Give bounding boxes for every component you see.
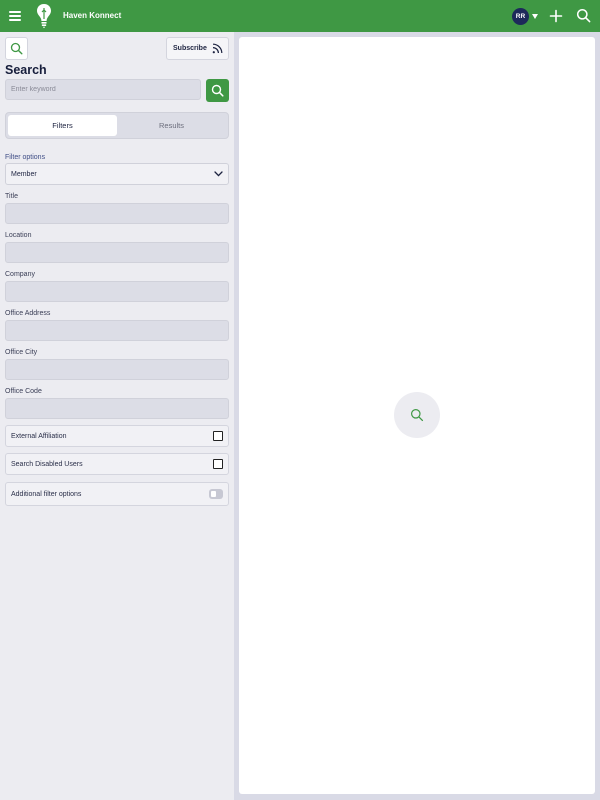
company-field-label: Company	[5, 271, 35, 278]
top-search-button[interactable]	[576, 8, 591, 23]
office-address-field[interactable]	[5, 320, 229, 341]
page-title: Search	[5, 63, 47, 77]
avatar[interactable]: RR	[512, 7, 529, 25]
office-code-field[interactable]	[5, 398, 229, 419]
hamburger-menu-button[interactable]	[9, 9, 23, 23]
external-affiliation-label: External Affiliation	[11, 432, 67, 440]
search-disabled-users-checkbox[interactable]	[213, 459, 223, 469]
add-button[interactable]	[549, 9, 563, 23]
chevron-down-icon	[214, 171, 223, 177]
top-bar: Haven Konnect RR	[0, 0, 600, 32]
subscribe-button[interactable]: Subscribe	[166, 37, 229, 60]
keyword-search-input[interactable]	[5, 79, 201, 100]
hamburger-icon	[9, 11, 21, 13]
toggle-knob	[211, 491, 216, 497]
empty-state-search-badge	[394, 392, 440, 438]
rss-icon	[212, 43, 223, 54]
search-icon	[411, 409, 424, 422]
search-disabled-users-label: Search Disabled Users	[11, 460, 83, 468]
external-affiliation-checkbox[interactable]	[213, 431, 223, 441]
caret-down-icon[interactable]	[532, 13, 538, 19]
subscribe-label: Subscribe	[173, 45, 207, 52]
title-field[interactable]	[5, 203, 229, 224]
external-affiliation-row[interactable]: External Affiliation	[5, 425, 229, 447]
hamburger-icon-line	[9, 15, 21, 17]
filter-options-select[interactable]: Member	[5, 163, 229, 185]
tab-results[interactable]: Results	[117, 115, 226, 136]
filter-options-label: Filter options	[5, 154, 46, 161]
additional-filter-options-row[interactable]: Additional filter options	[5, 482, 229, 506]
office-city-field-label: Office City	[5, 349, 38, 356]
location-field[interactable]	[5, 242, 229, 263]
company-field[interactable]	[5, 281, 229, 302]
app-title: Haven Konnect	[63, 11, 122, 20]
tab-filters[interactable]: Filters	[8, 115, 117, 136]
search-icon	[10, 42, 23, 55]
office-code-field-label: Office Code	[5, 388, 42, 395]
additional-filter-options-label: Additional filter options	[11, 490, 82, 498]
search-toggle-button[interactable]	[5, 37, 28, 60]
search-sidebar: Subscribe Search Filters Results Filter …	[0, 32, 234, 800]
filters-results-tabs: Filters Results	[5, 112, 229, 139]
title-field-label: Title	[5, 193, 18, 200]
results-panel	[239, 37, 595, 794]
lightbulb-logo[interactable]	[36, 3, 52, 29]
search-icon	[211, 84, 224, 97]
search-disabled-users-row[interactable]: Search Disabled Users	[5, 453, 229, 475]
filter-options-value: Member	[11, 170, 37, 178]
additional-filter-options-toggle[interactable]	[209, 489, 223, 499]
office-city-field[interactable]	[5, 359, 229, 380]
search-submit-button[interactable]	[206, 79, 229, 102]
user-menu[interactable]: RR	[512, 7, 538, 25]
hamburger-icon-line	[9, 19, 21, 21]
office-address-field-label: Office Address	[5, 310, 51, 317]
location-field-label: Location	[5, 232, 32, 239]
